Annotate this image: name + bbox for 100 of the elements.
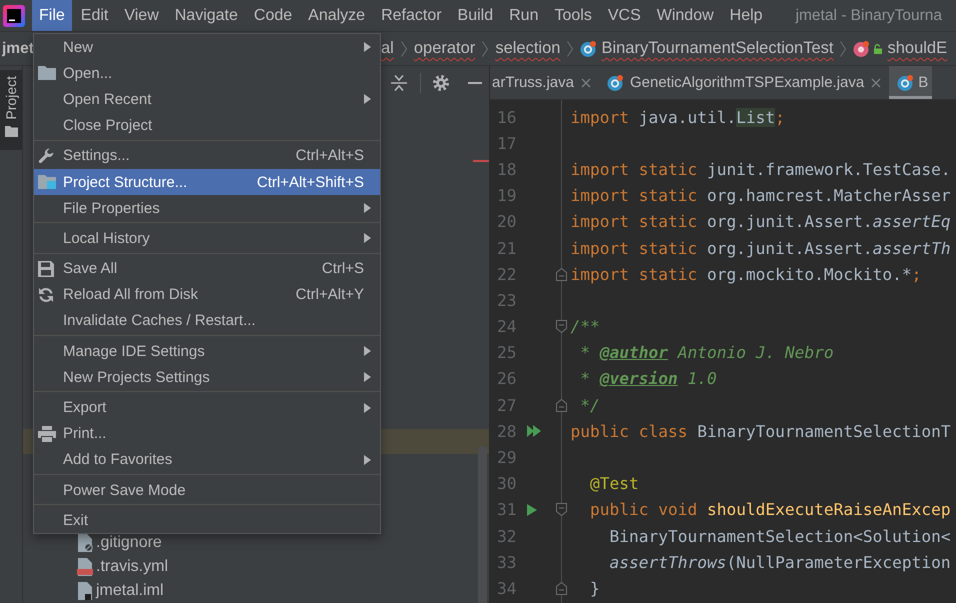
code-line: assertThrows(NullParameterException (608, 552, 951, 572)
file-icon (77, 558, 93, 576)
collapse-icon[interactable] (391, 75, 407, 91)
folder-grid-icon (38, 175, 56, 190)
editor-tab[interactable]: GeneticAlgorithmTSPExample.java (598, 66, 890, 99)
menu-item[interactable]: File Properties (34, 195, 380, 222)
code-line: */ (579, 396, 600, 415)
breadcrumb[interactable]: operator (414, 39, 476, 58)
menu-bar-item[interactable]: VCS (600, 0, 648, 31)
menu-item[interactable]: Settings... Ctrl+Alt+S (34, 142, 380, 169)
menu-bar-item[interactable]: Refactor (374, 0, 449, 31)
line-number: 23 (497, 290, 516, 310)
menu-bar-item[interactable]: Analyze (301, 0, 372, 31)
code-line: public class BinaryTournamentSelectionT (570, 422, 951, 441)
fold-marker-icon[interactable] (556, 398, 567, 412)
menu-item[interactable]: Project Structure... Ctrl+Alt+Shift+S (34, 168, 380, 196)
line-number: 24 (497, 317, 516, 336)
line-number: 25 (497, 343, 516, 362)
play-icon[interactable] (526, 504, 536, 516)
breadcrumb[interactable]: BinaryTournamentSelectionTest (580, 39, 834, 58)
chevron-icon (482, 40, 488, 56)
line-number: 30 (497, 474, 516, 494)
menu-item[interactable]: Open Recent (34, 86, 380, 113)
menu-item[interactable]: New Projects Settings (34, 364, 380, 390)
menu-item[interactable]: New (34, 34, 380, 60)
code-line: public void shouldExecuteRaiseAnExcep (588, 500, 951, 520)
menu-bar-item[interactable]: Run (502, 0, 546, 31)
menu-item[interactable]: Manage IDE Settings (34, 338, 380, 364)
code-line: import static org.hamcrest.MatcherAsser (570, 186, 951, 206)
line-number: 20 (497, 212, 516, 232)
settings-icon[interactable] (433, 75, 449, 91)
menu-bar-item[interactable]: Window (650, 0, 721, 31)
menu-item[interactable]: Power Save Mode (34, 477, 380, 504)
tree-item[interactable]: .travis.yml (77, 555, 168, 579)
close-icon[interactable] (871, 78, 882, 88)
menu-bar-item[interactable]: Build (450, 0, 500, 31)
line-number: 29 (497, 448, 516, 468)
folder-icon (4, 126, 18, 137)
line-number: 27 (497, 396, 516, 415)
fold-marker-icon[interactable] (556, 582, 567, 595)
code-line: /** (570, 317, 600, 336)
line-number: 28 (497, 422, 516, 441)
editor-tab[interactable]: B (889, 66, 932, 99)
line-number: 21 (497, 238, 516, 258)
wrench-icon (38, 148, 54, 164)
menu-item[interactable]: Close Project (34, 112, 380, 139)
code-line: * @version 1.0 (579, 369, 717, 388)
line-number: 19 (497, 186, 516, 206)
code-line: * @author Antonio J. Nebro (579, 343, 834, 362)
menu-bar-item[interactable]: Edit (74, 0, 116, 31)
double-play-icon[interactable] (526, 425, 540, 438)
method-icon (853, 40, 870, 56)
breadcrumb[interactable]: shouldE (853, 39, 948, 58)
breadcrumb[interactable]: selection (495, 39, 560, 58)
fold-marker-icon[interactable] (556, 268, 567, 281)
code-line: import static org.mockito.Mockito.*; (570, 264, 922, 284)
app-logo-icon (3, 4, 25, 26)
menu-item[interactable]: Local History (34, 225, 380, 252)
fold-marker-icon[interactable] (556, 503, 567, 516)
menu-item[interactable]: Open... (34, 60, 380, 86)
menu-item[interactable]: Export (34, 394, 380, 421)
printer-icon (38, 426, 56, 442)
menu-item[interactable]: Exit (34, 507, 380, 534)
chevron-icon (567, 40, 574, 56)
window-title: jmetal - BinaryTourna (796, 6, 942, 24)
code-line: @Test (588, 474, 639, 494)
fold-marker-icon[interactable] (556, 320, 567, 334)
tree-item[interactable]: jmetal.iml (77, 579, 164, 603)
menu-bar-item[interactable]: File (32, 0, 72, 31)
menu-bar-item[interactable]: Code (246, 0, 300, 31)
error-marker (473, 160, 489, 162)
menu-item[interactable]: Reload All from Disk Ctrl+Alt+Y (34, 282, 380, 308)
line-number: 34 (497, 578, 516, 598)
class-icon (606, 74, 623, 90)
menu-item[interactable]: Print... (34, 420, 380, 447)
line-number: 16 (497, 108, 516, 127)
menu-bar-item[interactable]: Help (722, 0, 770, 31)
editor-tab[interactable]: arTruss.java (490, 66, 599, 99)
line-number: 32 (497, 526, 516, 546)
line-number: 22 (497, 264, 516, 284)
code-line: BinaryTournamentSelection<Solution< (608, 526, 951, 546)
file-icon (77, 582, 93, 600)
class-icon (580, 40, 596, 56)
menu-bar-item[interactable]: View (117, 0, 166, 31)
menu-item[interactable]: Add to Favorites (34, 446, 380, 473)
code-line: import static junit.framework.TestCase. (570, 160, 951, 179)
code-line: import java.util.List; (570, 108, 785, 127)
menu-item[interactable]: Invalidate Caches / Restart... (34, 308, 380, 334)
breadcrumb[interactable]: al (381, 39, 394, 58)
class-icon (897, 74, 914, 90)
chevron-icon (400, 40, 407, 56)
code-line: import static org.junit.Assert.assertTh (570, 238, 951, 258)
menu-bar-item[interactable]: Navigate (168, 0, 245, 31)
project-tool-tab[interactable]: Project (0, 70, 22, 150)
menu-item[interactable]: Save All Ctrl+S (34, 256, 380, 282)
menu-bar-item[interactable]: Tools (547, 0, 599, 31)
line-number: 17 (497, 134, 516, 153)
refresh-icon (38, 286, 54, 303)
close-icon[interactable] (580, 78, 591, 88)
line-number: 33 (497, 552, 516, 572)
